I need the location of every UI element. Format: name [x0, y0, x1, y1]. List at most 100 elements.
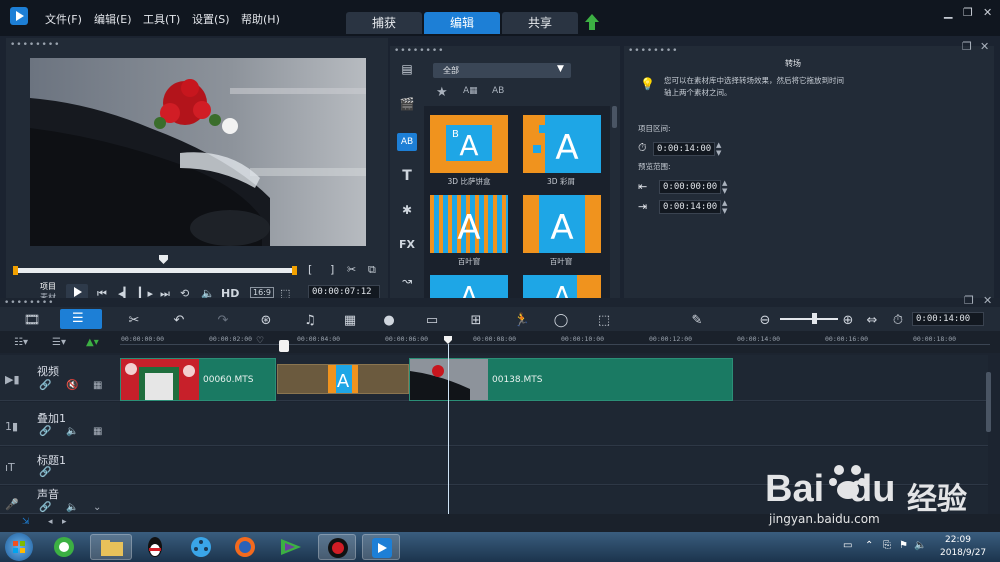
upload-arrow-icon[interactable] — [585, 14, 599, 30]
taskbar-camtasia[interactable] — [272, 534, 310, 560]
apply-random-transition-icon[interactable]: A▦ — [463, 86, 478, 96]
smart-proxy-icon[interactable]: ✎ — [687, 313, 707, 328]
mask-creator-icon[interactable]: ◯ — [551, 313, 571, 328]
menu-edit[interactable]: 编辑(E) — [94, 11, 132, 27]
preview-timecode[interactable]: 00:00:07:12 — [308, 285, 380, 299]
menu-tools[interactable]: 工具(T) — [143, 11, 180, 27]
preview-end-timecode[interactable]: 0:00:14:00 — [659, 200, 721, 214]
stepper-icon[interactable]: ▲ ▼ — [722, 199, 727, 215]
scissors-icon[interactable]: ✂ — [347, 263, 356, 276]
tray-volume-icon[interactable]: 🔈 — [914, 540, 926, 551]
video-clip-00060[interactable]: 00060.MTS — [120, 358, 276, 401]
zoom-to-fit-icon[interactable]: ⇲ — [22, 517, 30, 527]
options-grip[interactable]: •••••••• — [628, 46, 678, 56]
timeline-duration[interactable]: 0:00:14:00 — [912, 312, 984, 326]
link-icon[interactable]: 🔗 — [39, 426, 51, 437]
link-icon[interactable]: 🔗 — [39, 502, 51, 513]
stepper-icon[interactable]: ▲ ▼ — [722, 179, 727, 195]
enlarge-icon[interactable]: ⧉ — [368, 263, 376, 277]
apply-current-transition-icon[interactable]: AB — [492, 86, 504, 96]
tray-clock-time[interactable]: 22:09 — [945, 535, 971, 545]
tray-chevron-icon[interactable]: ⌃ — [865, 540, 873, 551]
menu-file[interactable]: 文件(F) — [45, 11, 82, 27]
trim-start-marker[interactable] — [13, 266, 18, 275]
taskbar-360-browser[interactable] — [45, 534, 83, 560]
aspect-ratio-icon[interactable]: 16:9 — [250, 287, 274, 298]
filter-category-icon[interactable]: FX — [397, 238, 417, 256]
timeline-view-button[interactable]: ☰ — [60, 309, 102, 329]
menu-help[interactable]: 帮助(H) — [241, 11, 280, 27]
track-manager-icon[interactable]: ☷▾ — [14, 337, 28, 348]
timeline-scrollbar[interactable] — [986, 372, 991, 432]
time-remapping-icon[interactable]: 🏃 — [512, 313, 532, 328]
library-scrollbar[interactable] — [612, 106, 617, 128]
taskbar-explorer[interactable] — [90, 534, 132, 560]
library-grip[interactable]: •••••••• — [394, 46, 444, 56]
fit-project-icon[interactable]: ⇔ — [862, 313, 882, 328]
taskbar-qq[interactable] — [136, 534, 174, 560]
undo-icon[interactable]: ↶ — [169, 313, 189, 328]
tab-capture[interactable]: 捕获 — [346, 12, 422, 34]
overlay-track-lane[interactable] — [120, 402, 988, 446]
close-icon[interactable]: ✕ — [983, 6, 992, 19]
path-category-icon[interactable]: ↝ — [397, 274, 417, 292]
tray-clock-date[interactable]: 2018/9/27 — [940, 548, 986, 558]
graphic-category-icon[interactable]: ✱ — [397, 203, 417, 221]
scroll-left-icon[interactable]: ◂ — [48, 517, 53, 527]
start-button[interactable] — [5, 533, 33, 561]
tab-share[interactable]: 共享 — [502, 12, 578, 34]
zoom-slider-thumb[interactable] — [812, 313, 817, 324]
title-category-icon[interactable]: T — [397, 168, 417, 186]
taskbar-videostudio[interactable] — [362, 534, 400, 560]
mark-out-button[interactable]: ] — [330, 263, 334, 276]
taskbar-recorder[interactable] — [318, 534, 356, 560]
speaker-icon[interactable]: 🔈 — [66, 502, 78, 513]
tray-usb-icon[interactable]: ⎘ — [883, 540, 891, 551]
ripple-edit-icon[interactable]: ▦ — [93, 380, 102, 391]
link-icon[interactable]: 🔗 — [39, 467, 51, 478]
transition-thumb-blinds-1[interactable]: A — [430, 195, 508, 253]
minimize-icon[interactable]: ▁ — [944, 6, 952, 19]
panel-restore-icon[interactable]: ❐ — [962, 40, 972, 53]
ripple-edit-icon[interactable]: ▦ — [93, 426, 102, 437]
motion-tracking-icon[interactable]: ● — [379, 313, 399, 328]
trim-end-marker[interactable] — [292, 266, 297, 275]
record-capture-icon[interactable]: ⊛ — [256, 313, 276, 328]
panel-close-icon[interactable]: ✕ — [980, 40, 989, 53]
chapter-menu-icon[interactable]: ☰▾ — [52, 337, 66, 348]
instant-project-icon[interactable]: 🎬 — [397, 97, 417, 115]
link-icon[interactable]: 🔗 — [39, 380, 51, 391]
project-mode-label[interactable]: 项目 — [40, 281, 56, 292]
transition-thumb-3d-confetti[interactable]: A — [523, 115, 601, 173]
speaker-icon[interactable]: 🔈 — [66, 426, 78, 437]
zoom-in-icon[interactable]: ⊕ — [838, 313, 858, 328]
transition-clip[interactable]: A — [277, 364, 409, 394]
taskbar-video-player[interactable] — [182, 534, 220, 560]
transition-thumb-partial[interactable]: A — [523, 275, 601, 298]
transition-thumb-blinds-2[interactable]: A — [523, 195, 601, 253]
preview-scrub-bar[interactable] — [14, 268, 296, 273]
add-marker-icon[interactable]: ▲▾ — [86, 337, 99, 348]
media-category-icon[interactable]: ▤ — [397, 62, 417, 80]
scroll-right-icon[interactable]: ▸ — [62, 517, 67, 527]
timeline-close-icon[interactable]: ✕ — [983, 294, 992, 307]
heart-marker-icon[interactable]: ♡ — [256, 336, 264, 346]
library-filter-dropdown[interactable]: 全部 ▼ — [433, 63, 571, 78]
subtitle-editor-icon[interactable]: ▭ — [422, 313, 442, 328]
transition-thumb-partial[interactable]: A — [430, 275, 508, 298]
transition-thumb-3d-pizza-box[interactable]: A B — [430, 115, 508, 173]
toolbox-icon[interactable]: ✂ — [124, 313, 144, 328]
project-range-timecode[interactable]: 0:00:14:00 — [653, 142, 715, 156]
redo-icon[interactable]: ↷ — [213, 313, 233, 328]
auto-music-icon[interactable]: ▦ — [340, 313, 360, 328]
sound-mixer-icon[interactable]: ♫ — [300, 313, 320, 328]
chevron-down-icon[interactable]: ⌄ — [93, 502, 101, 513]
transition-category-icon[interactable]: AB — [397, 133, 417, 151]
mark-in-button[interactable]: [ — [308, 263, 312, 276]
zoom-out-icon[interactable]: ⊖ — [755, 313, 775, 328]
tray-flag-icon[interactable]: ⚑ — [899, 540, 908, 551]
preview-start-timecode[interactable]: 0:00:00:00 — [659, 180, 721, 194]
video-clip-00138[interactable]: 00138.MTS — [409, 358, 733, 401]
stepper-icon[interactable]: ▲ ▼ — [716, 141, 721, 157]
storyboard-view-icon[interactable]: 🎞 — [22, 313, 42, 328]
